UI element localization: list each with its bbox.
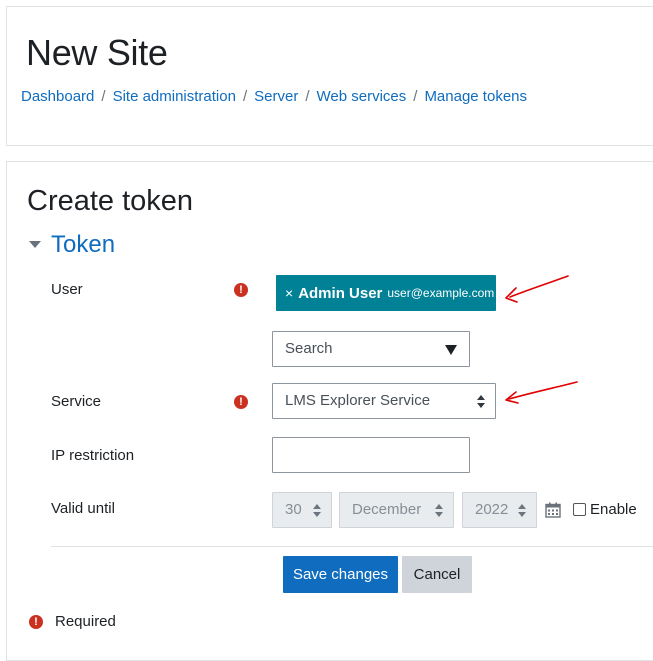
remove-user-icon[interactable]: × <box>285 285 293 301</box>
breadcrumb: Dashboard / Site administration / Server / Web… <box>21 88 527 105</box>
required-icon: ! <box>234 283 248 297</box>
dropdown-caret-icon <box>445 345 457 355</box>
breadcrumb-server[interactable]: Server <box>254 88 298 105</box>
service-selected-value: LMS Explorer Service <box>285 392 431 409</box>
valid-until-year-select[interactable]: 2022 <box>462 492 537 528</box>
updown-select-icon <box>477 395 485 408</box>
breadcrumb-web-services[interactable]: Web services <box>317 88 407 105</box>
ip-restriction-label: IP restriction <box>51 447 135 464</box>
valid-until-day-value: 30 <box>285 501 302 518</box>
valid-until-enable-checkbox[interactable] <box>573 503 586 516</box>
annotation-arrow-service <box>505 381 578 404</box>
valid-until-year-value: 2022 <box>475 501 509 518</box>
valid-until-month-select[interactable]: December <box>339 492 454 528</box>
valid-until-label: Valid until <box>51 500 115 517</box>
user-label: User <box>51 281 83 298</box>
valid-until-enable-label[interactable]: Enable <box>590 501 637 518</box>
page-heading: Create token <box>27 185 194 217</box>
breadcrumb-manage-tokens[interactable]: Manage tokens <box>424 88 527 105</box>
updown-select-icon <box>313 504 321 517</box>
updown-select-icon <box>518 504 526 517</box>
selected-user-chip[interactable]: × Admin User user@example.com <box>276 275 496 311</box>
user-search-dropdown[interactable]: Search <box>272 331 470 367</box>
ip-restriction-input[interactable] <box>272 437 470 473</box>
calendar-icon[interactable] <box>545 502 561 518</box>
page-header-card <box>6 6 653 146</box>
form-divider <box>51 546 653 547</box>
breadcrumb-site-administration[interactable]: Site administration <box>113 88 236 105</box>
selected-user-email: user@example.com <box>387 286 495 300</box>
required-icon: ! <box>234 395 248 409</box>
required-note: Required <box>55 613 116 630</box>
breadcrumb-separator: / <box>101 88 106 105</box>
site-title: New Site <box>26 32 168 73</box>
collapse-caret-icon[interactable] <box>29 241 41 248</box>
cancel-button[interactable]: Cancel <box>402 556 472 593</box>
selected-user-name: Admin User <box>298 284 383 302</box>
service-select[interactable]: LMS Explorer Service <box>272 383 496 419</box>
valid-until-day-select[interactable]: 30 <box>272 492 332 528</box>
updown-select-icon <box>435 504 443 517</box>
valid-until-month-value: December <box>352 501 422 518</box>
service-label: Service <box>51 393 102 410</box>
breadcrumb-dashboard[interactable]: Dashboard <box>21 88 94 105</box>
section-title-token[interactable]: Token <box>51 231 115 259</box>
user-search-placeholder: Search <box>285 340 333 357</box>
required-icon: ! <box>29 615 43 629</box>
annotation-arrow-user <box>505 275 569 303</box>
save-changes-button[interactable]: Save changes <box>283 556 398 593</box>
breadcrumb-separator: / <box>305 88 310 105</box>
breadcrumb-separator: / <box>242 88 248 105</box>
breadcrumb-separator: / <box>413 88 418 105</box>
